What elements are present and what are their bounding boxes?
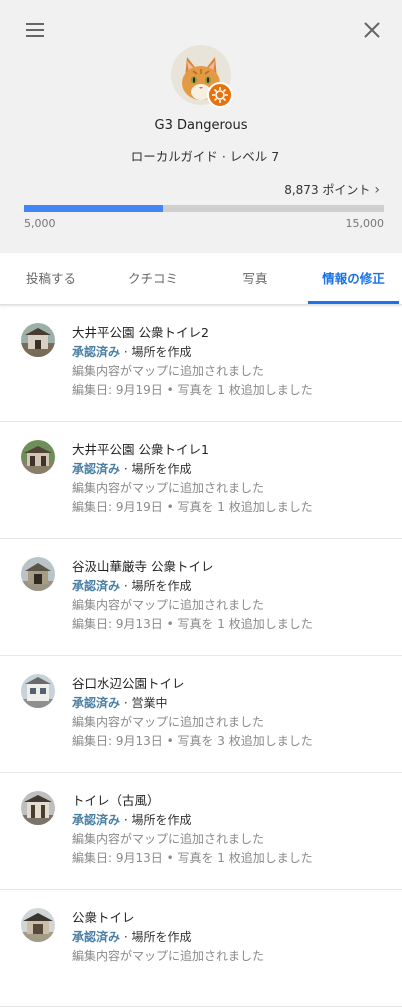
edit-type: 場所を作成 <box>131 579 192 593</box>
approved-label: 承認済み <box>72 579 121 593</box>
progress-min: 5,000 <box>24 217 56 230</box>
edit-type: 場所を作成 <box>131 813 192 827</box>
list-item[interactable]: 大井平公園 公衆トイレ2 承認済み · 場所を作成 編集内容がマップに追加されま… <box>0 305 402 422</box>
approved-label: 承認済み <box>72 930 121 944</box>
approved-label: 承認済み <box>72 696 121 710</box>
profile-header: G3 Dangerous ローカルガイド · レベル 7 8,873 ポイント ›… <box>0 0 402 253</box>
edit-meta: 編集日: 9月19日 • 写真を 1 枚追加しました <box>72 500 313 514</box>
tab-contribute[interactable]: 投稿する <box>1 253 101 304</box>
edit-meta: 編集日: 9月13日 • 写真を 3 枚追加しました <box>72 734 313 748</box>
contribution-tabs: 投稿する クチコミ 写真 情報の修正 <box>0 253 402 305</box>
list-item[interactable]: トイレ（古風） 承認済み · 場所を作成 編集内容がマップに追加されました 編集… <box>0 773 402 890</box>
place-name: 谷汲山華厳寺 公衆トイレ <box>72 559 214 574</box>
tab-reviews[interactable]: クチコミ <box>103 253 203 304</box>
place-name: 大井平公園 公衆トイレ1 <box>72 442 209 457</box>
list-item[interactable]: 公衆トイレ 承認済み · 場所を作成 編集内容がマップに追加されました <box>0 890 402 1007</box>
points-progress-fill <box>24 205 164 212</box>
place-name: 大井平公園 公衆トイレ2 <box>72 325 209 340</box>
edit-status: 承認済み · 場所を作成 <box>72 579 192 593</box>
place-photo-thumbnail <box>21 908 55 942</box>
edit-status: 承認済み · 場所を作成 <box>72 462 192 476</box>
approved-label: 承認済み <box>72 462 121 476</box>
edit-type: 場所を作成 <box>131 462 192 476</box>
edit-note: 編集内容がマップに追加されました <box>72 949 265 963</box>
points-progress-bar <box>24 205 384 212</box>
edit-status: 承認済み · 場所を作成 <box>72 813 192 827</box>
place-name: 谷口水辺公園トイレ <box>72 676 185 691</box>
place-name: トイレ（古風） <box>72 793 160 808</box>
close-icon[interactable] <box>360 18 384 42</box>
list-item[interactable]: 谷口水辺公園トイレ 承認済み · 営業中 編集内容がマップに追加されました 編集… <box>0 656 402 773</box>
guide-level: ローカルガイド · レベル 7 <box>130 149 280 164</box>
tab-photos[interactable]: 写真 <box>205 253 305 304</box>
edit-type: 営業中 <box>131 696 168 710</box>
place-photo-thumbnail <box>21 440 55 474</box>
edit-status: 承認済み · 場所を作成 <box>72 930 192 944</box>
chevron-right-icon: › <box>374 182 380 198</box>
place-name: 公衆トイレ <box>72 910 135 925</box>
edit-note: 編集内容がマップに追加されました <box>72 598 265 612</box>
avatar[interactable] <box>171 45 233 108</box>
edit-type: 場所を作成 <box>131 345 192 359</box>
edit-note: 編集内容がマップに追加されました <box>72 481 265 495</box>
edit-type: 場所を作成 <box>131 930 192 944</box>
edits-list: 大井平公園 公衆トイレ2 承認済み · 場所を作成 編集内容がマップに追加されま… <box>0 305 402 1007</box>
local-guide-badge-icon <box>207 82 233 108</box>
edit-status: 承認済み · 場所を作成 <box>72 345 192 359</box>
edit-note: 編集内容がマップに追加されました <box>72 832 265 846</box>
tab-edits[interactable]: 情報の修正 <box>305 253 402 304</box>
edit-meta: 編集日: 9月13日 • 写真を 1 枚追加しました <box>72 851 313 865</box>
place-photo-thumbnail <box>21 791 55 825</box>
edit-meta: 編集日: 9月19日 • 写真を 1 枚追加しました <box>72 383 313 397</box>
list-item[interactable]: 谷汲山華厳寺 公衆トイレ 承認済み · 場所を作成 編集内容がマップに追加されま… <box>0 539 402 656</box>
edit-meta: 編集日: 9月13日 • 写真を 1 枚追加しました <box>72 617 313 631</box>
user-name: G3 Dangerous <box>154 118 248 133</box>
approved-label: 承認済み <box>72 813 121 827</box>
progress-max: 15,000 <box>345 217 385 230</box>
points-value: 8,873 ポイント <box>284 183 371 197</box>
place-photo-thumbnail <box>21 674 55 708</box>
points-link[interactable]: 8,873 ポイント › <box>284 181 380 198</box>
edit-meta <box>72 966 392 985</box>
edit-note: 編集内容がマップに追加されました <box>72 715 265 729</box>
approved-label: 承認済み <box>72 345 121 359</box>
place-photo-thumbnail <box>21 323 55 357</box>
place-photo-thumbnail <box>21 557 55 591</box>
list-item[interactable]: 大井平公園 公衆トイレ1 承認済み · 場所を作成 編集内容がマップに追加されま… <box>0 422 402 539</box>
menu-icon[interactable] <box>24 20 48 40</box>
edit-note: 編集内容がマップに追加されました <box>72 364 265 378</box>
edit-status: 承認済み · 営業中 <box>72 696 168 710</box>
